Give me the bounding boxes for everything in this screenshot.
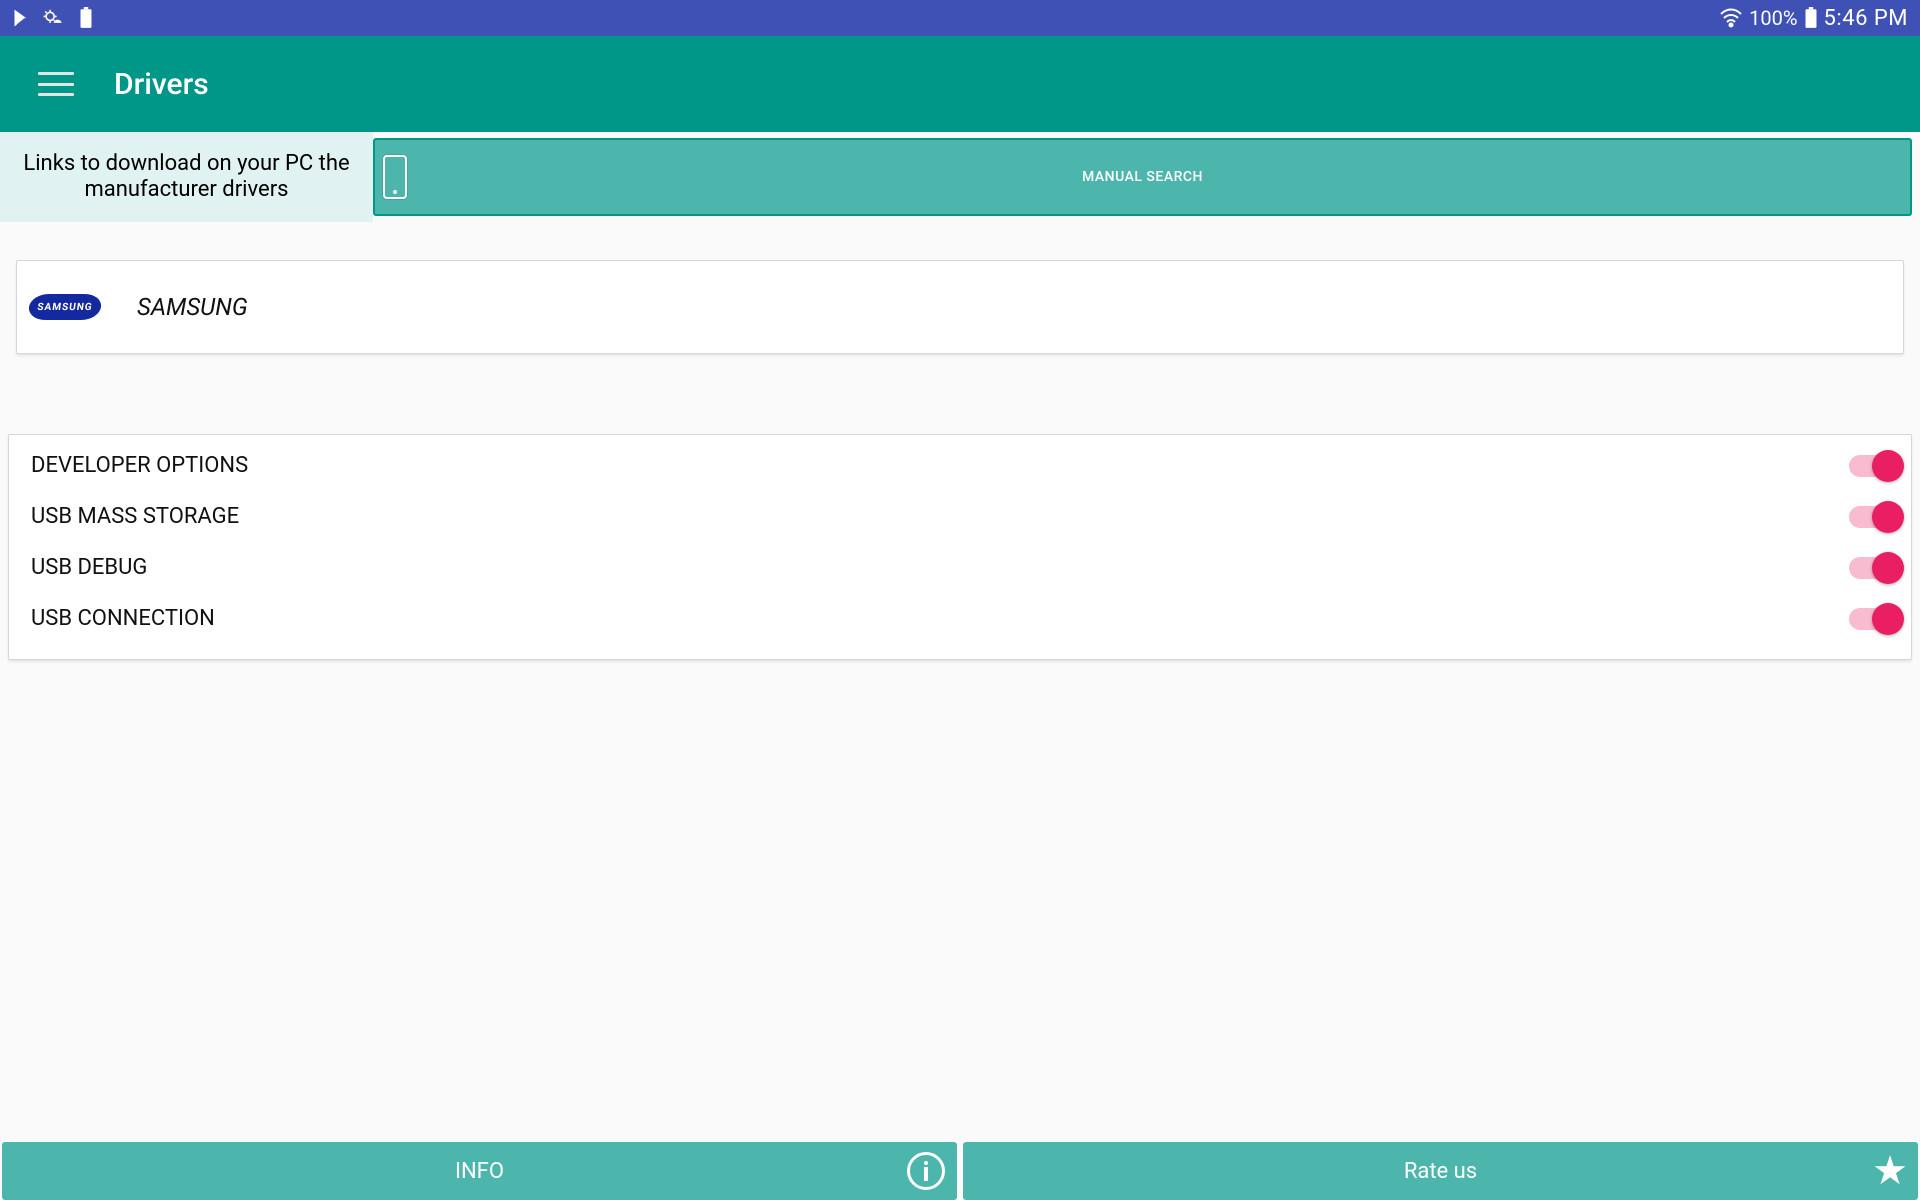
- manual-search-label: MANUAL SEARCH: [1082, 169, 1203, 185]
- setting-label: USB DEBUG: [31, 555, 147, 580]
- star-icon: ★: [1872, 1151, 1908, 1191]
- status-bar: 100% 5:46 PM: [0, 0, 1920, 36]
- vendor-item-samsung[interactable]: SAMSUNG SAMSUNG: [16, 260, 1904, 354]
- wifi-icon: [1719, 8, 1743, 28]
- toggle-usb-debug[interactable]: [1849, 557, 1901, 579]
- setting-label: USB MASS STORAGE: [31, 504, 239, 529]
- toggle-developer-options[interactable]: [1849, 455, 1901, 477]
- play-store-icon: [12, 8, 32, 28]
- setting-label: USB CONNECTION: [31, 606, 215, 631]
- clock: 5:46 PM: [1824, 6, 1908, 31]
- page-title: Drivers: [114, 67, 209, 102]
- subheader: Links to download on your PC the manufac…: [0, 132, 1920, 222]
- phone-icon: [383, 155, 407, 199]
- app-bar: Drivers: [0, 36, 1920, 132]
- download-description: Links to download on your PC the manufac…: [0, 132, 373, 222]
- status-icons-right: 100% 5:46 PM: [1719, 6, 1908, 31]
- vendor-name: SAMSUNG: [137, 293, 248, 321]
- weather-icon: [42, 8, 68, 28]
- samsung-logo-icon: SAMSUNG: [27, 294, 103, 320]
- battery-percentage: 100%: [1749, 6, 1797, 30]
- battery-status-icon: [78, 7, 94, 29]
- setting-usb-debug: USB DEBUG: [31, 555, 1901, 580]
- toggle-usb-connection[interactable]: [1849, 608, 1901, 630]
- rate-us-label: Rate us: [1404, 1159, 1477, 1184]
- info-button[interactable]: INFO: [2, 1142, 957, 1200]
- info-icon: [907, 1152, 945, 1190]
- setting-usb-mass-storage: USB MASS STORAGE: [31, 504, 1901, 529]
- setting-usb-connection: USB CONNECTION: [31, 606, 1901, 631]
- setting-label: DEVELOPER OPTIONS: [31, 453, 248, 478]
- bottom-bar: INFO Rate us ★: [2, 1142, 1918, 1200]
- menu-button[interactable]: [38, 70, 74, 98]
- toggle-usb-mass-storage[interactable]: [1849, 506, 1901, 528]
- info-label: INFO: [455, 1159, 504, 1184]
- status-icons-left: [12, 7, 94, 29]
- manual-search-button[interactable]: MANUAL SEARCH: [373, 138, 1912, 216]
- battery-full-icon: [1804, 7, 1818, 29]
- setting-developer-options: DEVELOPER OPTIONS: [31, 453, 1901, 478]
- rate-us-button[interactable]: Rate us ★: [963, 1142, 1918, 1200]
- settings-card: DEVELOPER OPTIONS USB MASS STORAGE USB D…: [8, 434, 1912, 660]
